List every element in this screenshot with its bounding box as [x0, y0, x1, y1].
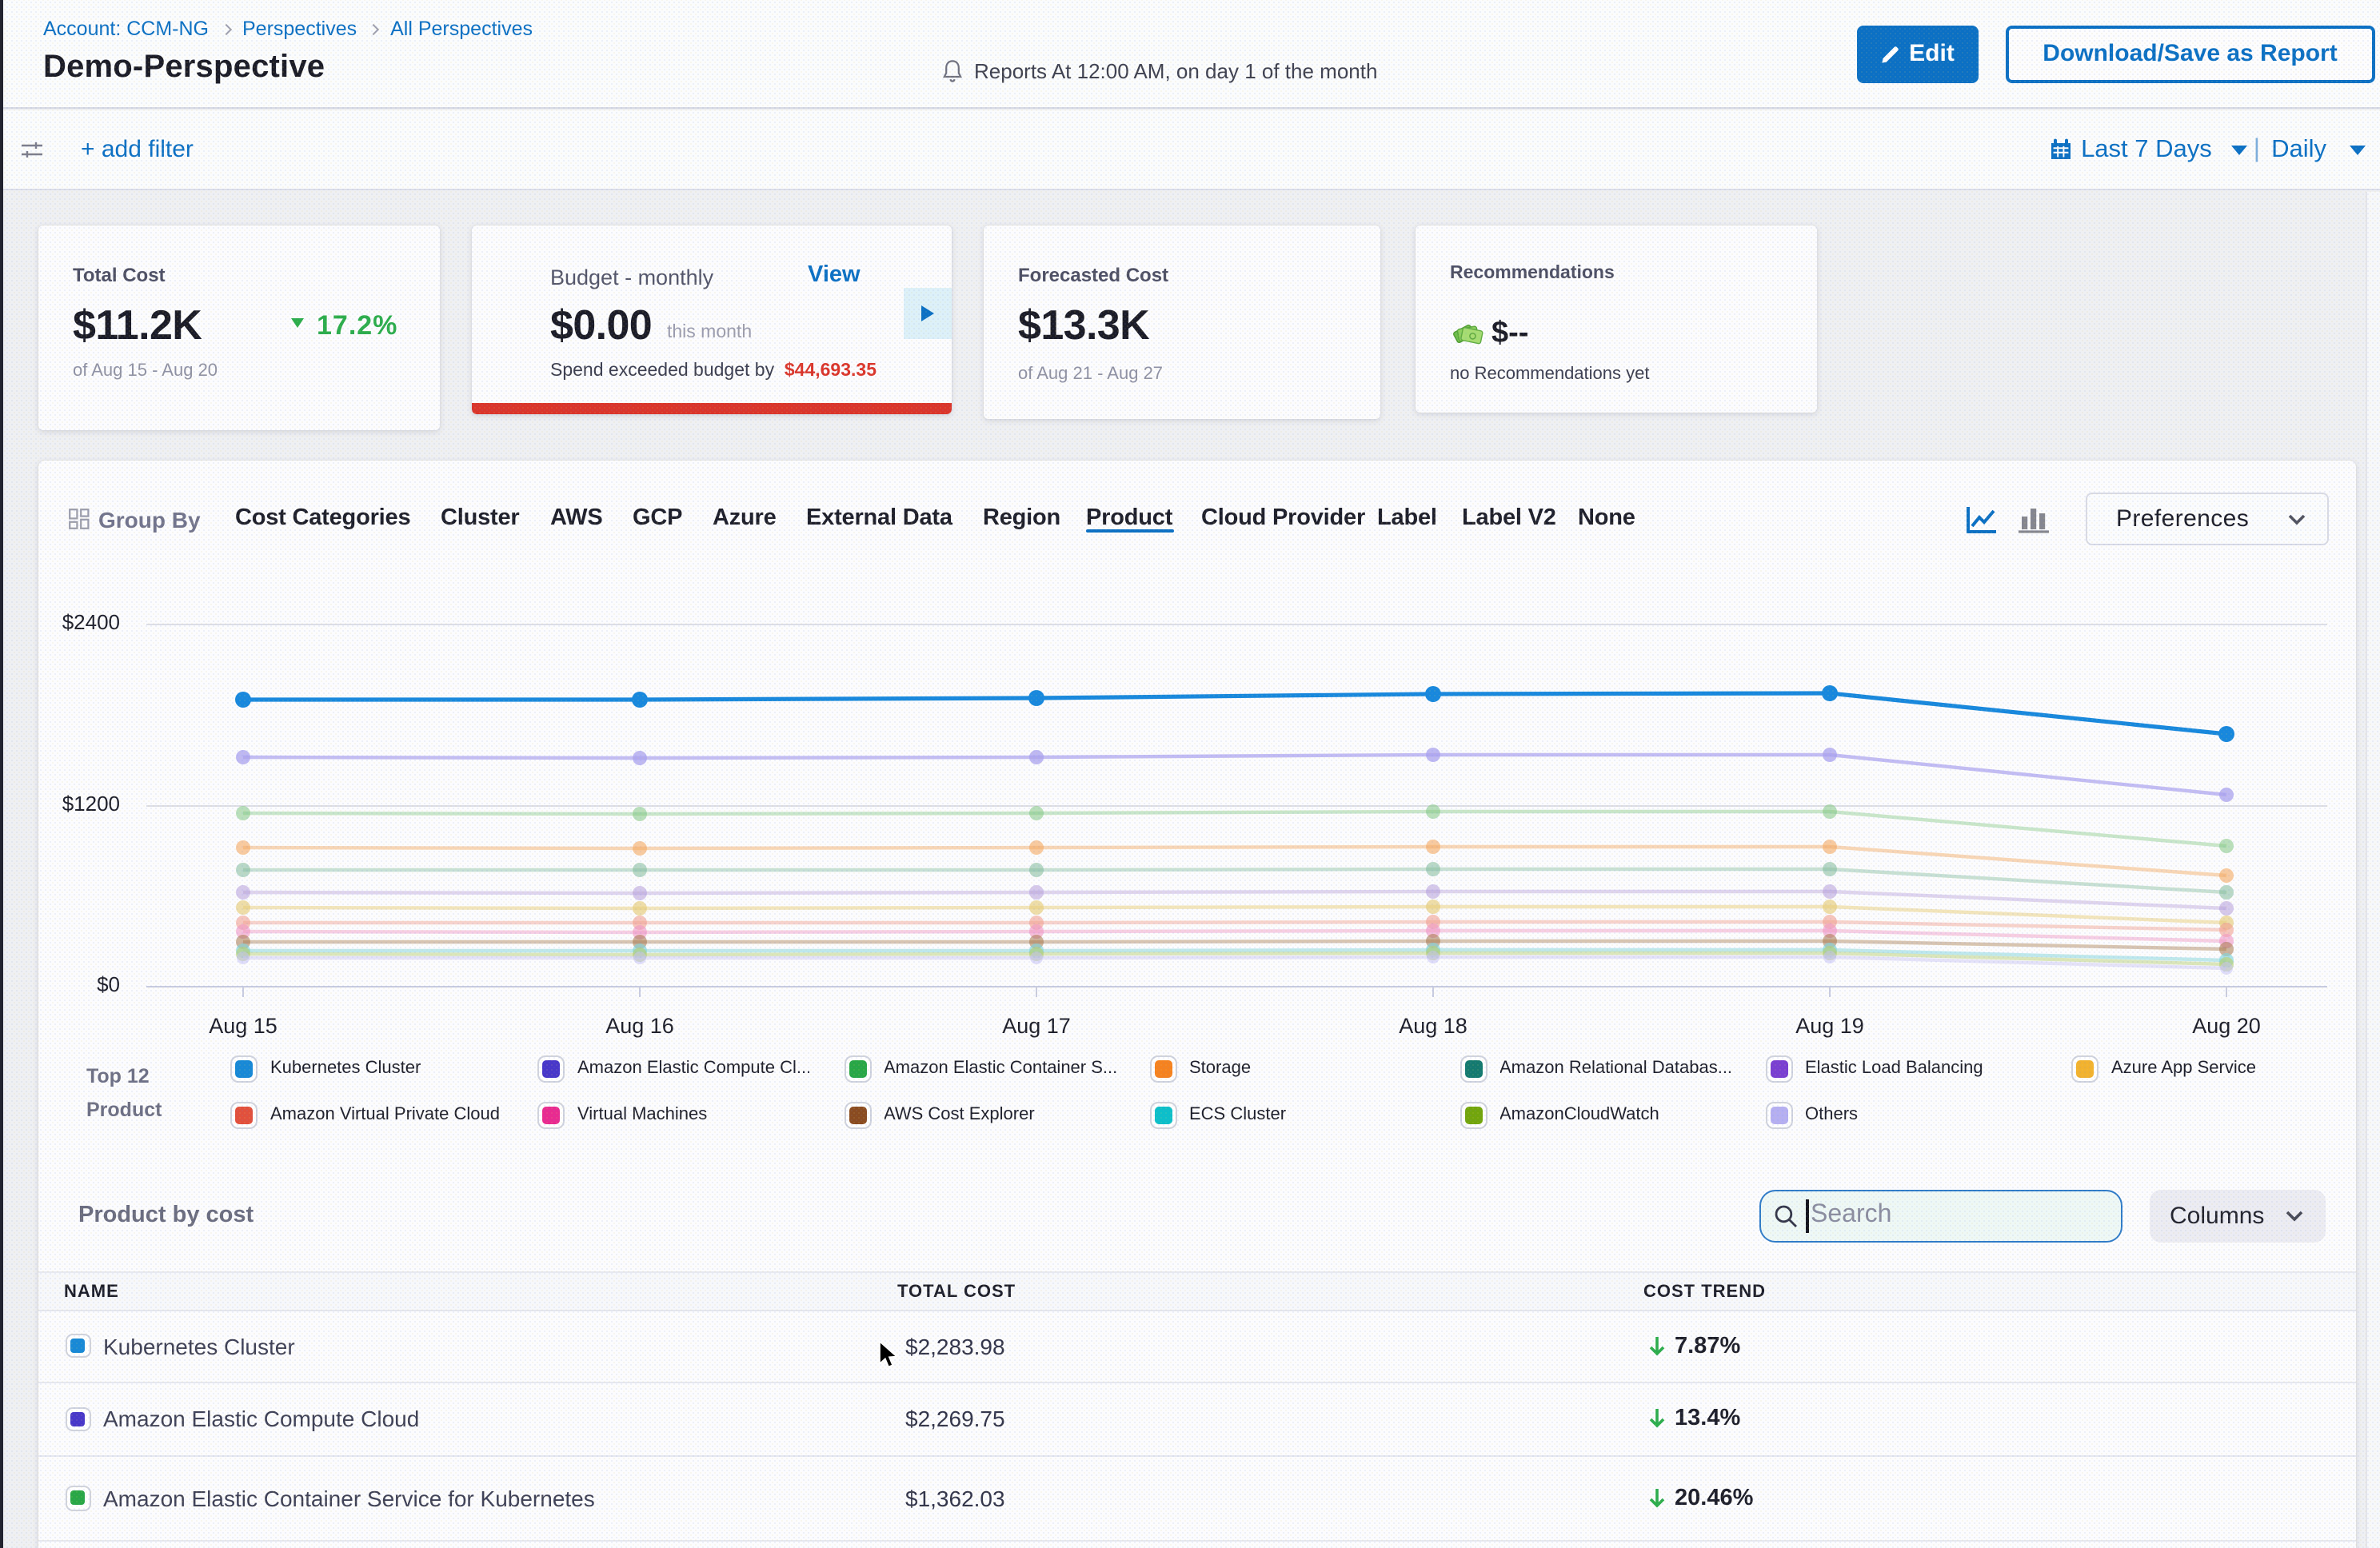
- svg-text:$0: $0: [97, 971, 120, 995]
- svg-text:Aug 16: Aug 16: [605, 1013, 674, 1037]
- svg-text:$1200: $1200: [62, 791, 120, 815]
- svg-text:Aug 15: Aug 15: [209, 1013, 278, 1037]
- svg-text:Aug 18: Aug 18: [1399, 1013, 1468, 1037]
- svg-text:Aug 19: Aug 19: [1795, 1013, 1864, 1037]
- svg-text:Aug 20: Aug 20: [2192, 1013, 2261, 1037]
- svg-text:$2400: $2400: [62, 609, 120, 633]
- svg-text:Aug 17: Aug 17: [1002, 1013, 1071, 1037]
